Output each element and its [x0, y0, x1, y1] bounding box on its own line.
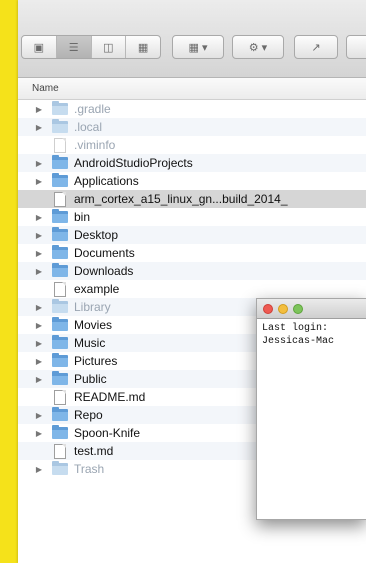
disclosure-triangle-icon[interactable]: ▶ [34, 159, 44, 168]
file-row[interactable]: ▶ Documents [18, 244, 366, 262]
arrange-icon: ▦ ▾ [188, 41, 208, 54]
disclosure-triangle-icon[interactable]: ▶ [34, 429, 44, 438]
folder-icon [52, 335, 68, 349]
file-row[interactable]: ▶ .local [18, 118, 366, 136]
disclosure-triangle-icon[interactable]: ▶ [34, 357, 44, 366]
file-name: Trash [74, 462, 105, 476]
file-name: Spoon-Knife [74, 426, 141, 440]
file-name: Documents [74, 246, 135, 260]
file-name: Desktop [74, 228, 119, 242]
file-name: Repo [74, 408, 103, 422]
finder-window: ▣ ☰ ◫ ▦ ▦ ▾ ⚙ ▾ ↗ Name ▶ .gradle ▶ .loca… [18, 0, 366, 563]
gear-icon: ⚙ ▾ [248, 41, 268, 54]
file-name: Applications [74, 174, 139, 188]
file-name: .viminfo [74, 138, 116, 152]
columns-view-button[interactable]: ◫ [92, 36, 127, 58]
folder-icon [52, 353, 68, 367]
coverflow-view-icon: ▦ [137, 41, 149, 54]
folder-icon [52, 227, 68, 241]
folder-icon [52, 173, 68, 187]
document-icon [54, 443, 66, 459]
file-name: example [74, 282, 120, 296]
document-icon [54, 137, 66, 153]
disclosure-triangle-icon[interactable]: ▶ [34, 123, 44, 132]
folder-icon [52, 155, 68, 169]
file-row[interactable]: ▶ bin [18, 208, 366, 226]
file-name: Music [74, 336, 106, 350]
terminal-output[interactable]: Last login: Jessicas-Mac [257, 319, 366, 351]
file-name: test.md [74, 444, 114, 458]
file-name: arm_cortex_a15_linux_gn...build_2014_ [74, 192, 288, 206]
file-name: Movies [74, 318, 113, 332]
file-name: Library [74, 300, 111, 314]
folder-icon [52, 263, 68, 277]
terminal-line: Last login: [262, 323, 335, 334]
terminal-titlebar[interactable] [257, 299, 366, 319]
file-row[interactable]: ▶ AndroidStudioProjects [18, 154, 366, 172]
icon-view-button[interactable]: ▣ [22, 36, 57, 58]
file-row[interactable]: ▶arm_cortex_a15_linux_gn...build_2014_ [18, 190, 366, 208]
folder-icon [52, 101, 68, 115]
disclosure-triangle-icon[interactable]: ▶ [34, 375, 44, 384]
file-row[interactable]: ▶ Applications [18, 172, 366, 190]
folder-icon [52, 299, 68, 313]
file-name: .gradle [74, 102, 111, 116]
coverflow-view-button[interactable]: ▦ [126, 36, 160, 58]
list-view-icon: ☰ [68, 41, 79, 54]
file-name: README.md [74, 390, 146, 404]
file-row[interactable]: ▶ Downloads [18, 262, 366, 280]
folder-icon [52, 461, 68, 475]
action-button[interactable]: ⚙ ▾ [232, 35, 284, 59]
terminal-line: Jessicas-Mac [262, 336, 335, 347]
icon-view-icon: ▣ [33, 41, 45, 54]
zoom-button[interactable] [293, 304, 303, 314]
file-row[interactable]: ▶example [18, 280, 366, 298]
list-view-button[interactable]: ☰ [56, 36, 92, 58]
file-name: bin [74, 210, 91, 224]
tags-button[interactable] [346, 35, 366, 59]
finder-titlebar: ▣ ☰ ◫ ▦ ▦ ▾ ⚙ ▾ ↗ [18, 0, 366, 78]
folder-icon [52, 317, 68, 331]
share-icon: ↗ [311, 41, 321, 54]
folder-icon [52, 371, 68, 385]
disclosure-triangle-icon[interactable]: ▶ [34, 411, 44, 420]
view-mode-segmented-control: ▣ ☰ ◫ ▦ [21, 35, 161, 59]
folder-icon [52, 425, 68, 439]
column-header-name[interactable]: Name [18, 78, 366, 100]
disclosure-triangle-icon[interactable]: ▶ [34, 249, 44, 258]
terminal-window[interactable]: Last login: Jessicas-Mac [256, 298, 366, 520]
file-row[interactable]: ▶.viminfo [18, 136, 366, 154]
file-name: Pictures [74, 354, 118, 368]
file-name: .local [74, 120, 103, 134]
disclosure-triangle-icon[interactable]: ▶ [34, 303, 44, 312]
file-name: Downloads [74, 264, 134, 278]
columns-view-icon: ◫ [103, 41, 114, 54]
disclosure-triangle-icon[interactable]: ▶ [34, 105, 44, 114]
file-name: AndroidStudioProjects [74, 156, 193, 170]
disclosure-triangle-icon[interactable]: ▶ [34, 177, 44, 186]
folder-icon [52, 119, 68, 133]
disclosure-triangle-icon[interactable]: ▶ [34, 321, 44, 330]
folder-icon [52, 209, 68, 223]
close-button[interactable] [263, 304, 273, 314]
disclosure-triangle-icon[interactable]: ▶ [34, 267, 44, 276]
minimize-button[interactable] [278, 304, 288, 314]
share-button[interactable]: ↗ [294, 35, 338, 59]
arrange-button[interactable]: ▦ ▾ [172, 35, 224, 59]
file-row[interactable]: ▶ .gradle [18, 100, 366, 118]
document-icon [54, 389, 66, 405]
disclosure-triangle-icon[interactable]: ▶ [34, 339, 44, 348]
folder-icon [52, 245, 68, 259]
disclosure-triangle-icon[interactable]: ▶ [34, 231, 44, 240]
file-name: Public [74, 372, 107, 386]
folder-icon [52, 407, 68, 421]
document-icon [54, 281, 66, 297]
file-row[interactable]: ▶ Desktop [18, 226, 366, 244]
column-header-label: Name [32, 83, 59, 94]
disclosure-triangle-icon[interactable]: ▶ [34, 465, 44, 474]
disclosure-triangle-icon[interactable]: ▶ [34, 213, 44, 222]
document-icon [54, 191, 66, 207]
